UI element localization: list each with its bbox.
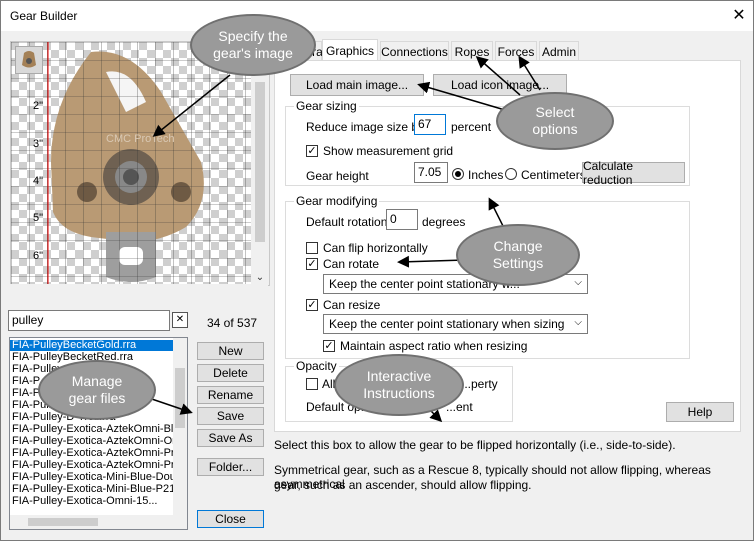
callout-manage-files: Manage gear files	[38, 360, 156, 420]
callout-change-settings: Change Settings	[456, 224, 580, 286]
callout-specify-image: Specify the gear's image	[190, 14, 316, 76]
callout-text: Specify the gear's image	[213, 28, 293, 61]
callout-text: Manage gear files	[68, 373, 126, 406]
callout-text: Select options	[532, 104, 578, 137]
annotation-arrows	[139, 55, 541, 423]
callout-select-options: Select options	[496, 92, 614, 150]
callout-text: Interactive Instructions	[363, 368, 435, 401]
callout-interactive-instructions: Interactive Instructions	[334, 354, 464, 416]
callout-text: Change Settings	[492, 238, 544, 271]
